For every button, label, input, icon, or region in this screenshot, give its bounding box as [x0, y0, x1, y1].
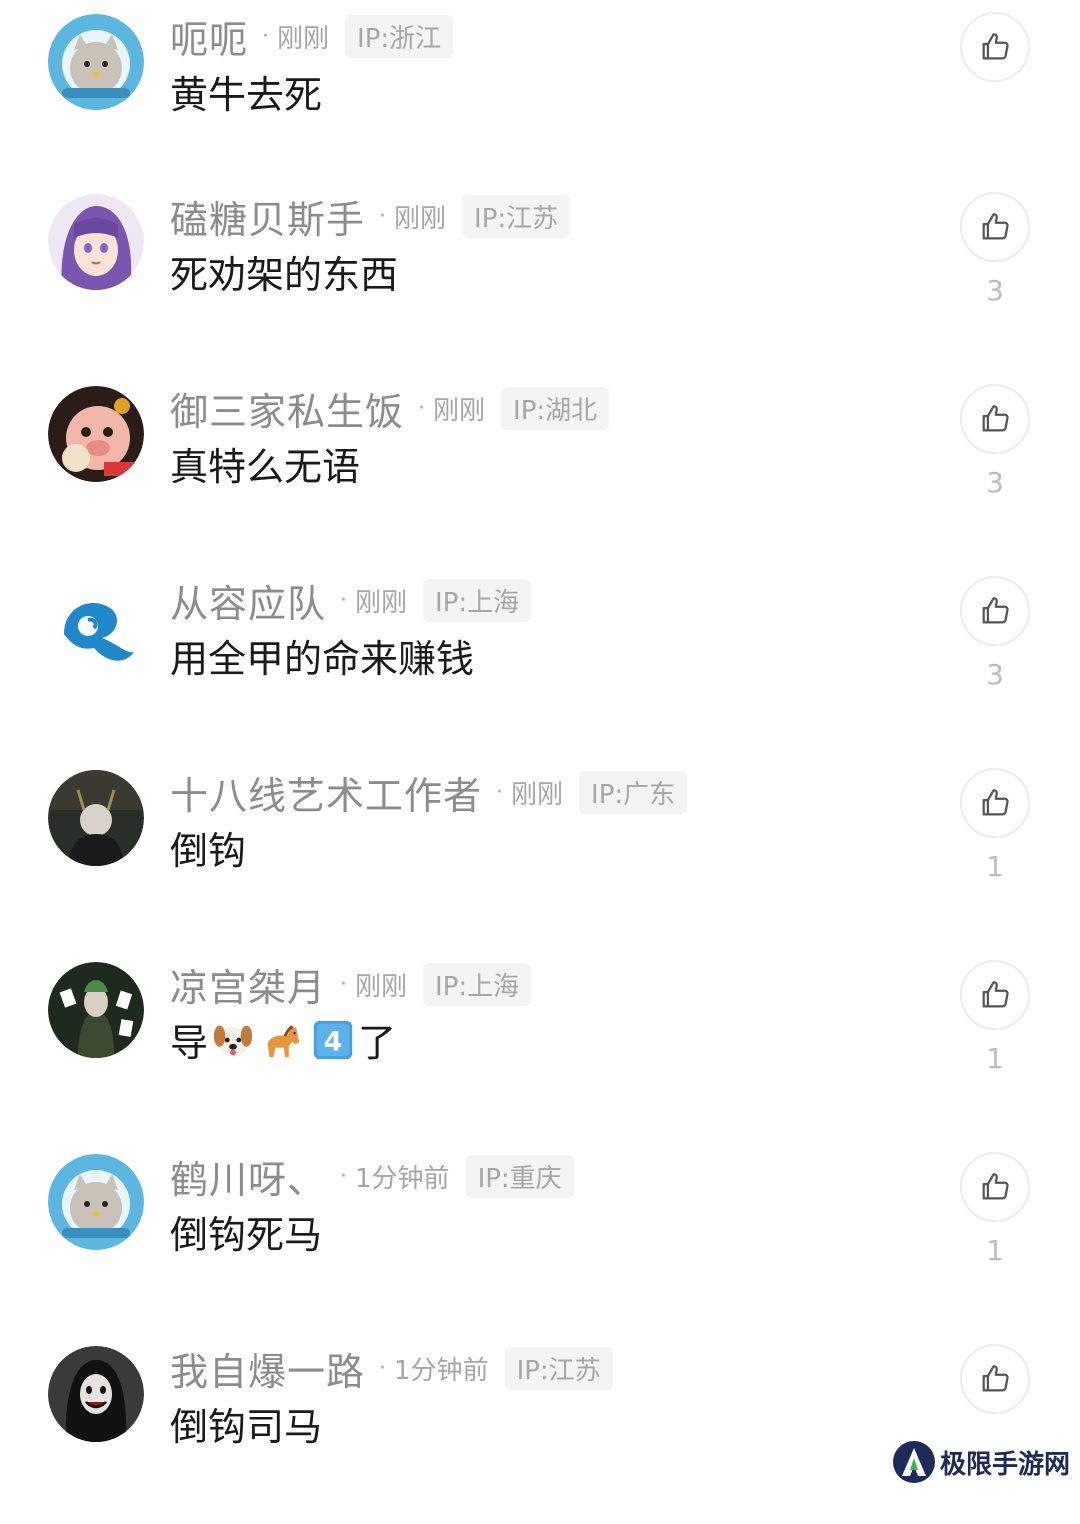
avatar[interactable]: [48, 962, 144, 1058]
comment-text: 用全甲的命来赚钱: [170, 637, 475, 681]
timestamp: 1分钟前: [355, 1163, 450, 1194]
timestamp: 刚刚: [355, 971, 408, 1002]
avatar[interactable]: [48, 770, 144, 866]
comment-item: 我自爆一路 · 1分钟前 IP:江苏 倒钩司马: [0, 1332, 1080, 1524]
like-button[interactable]: [960, 192, 1030, 262]
svg-text:4: 4: [324, 1026, 343, 1057]
ip-badge: IP:上海: [423, 962, 532, 1006]
like-count: 3: [986, 466, 1004, 499]
like-button[interactable]: [960, 960, 1030, 1030]
comment-text: 死劝架的东西: [170, 253, 399, 297]
username[interactable]: 我自爆一路: [170, 1341, 365, 1396]
timestamp: 刚刚: [277, 23, 330, 54]
separator-dot: ·: [340, 587, 348, 613]
like-button[interactable]: [960, 768, 1030, 838]
comment-meta: 十八线艺术工作者 · 刚刚 IP:广东: [170, 768, 688, 818]
comment-text: 倒钩死马: [170, 1213, 323, 1257]
comment-meta: 我自爆一路 · 1分钟前 IP:江苏: [170, 1344, 613, 1394]
thumbs-up-icon: [982, 597, 1009, 624]
avatar[interactable]: [48, 1346, 144, 1442]
comment-meta: 磕糖贝斯手 · 刚刚 IP:江苏: [170, 192, 571, 242]
like-button[interactable]: [960, 576, 1030, 646]
site-watermark: 极限手游网: [892, 1440, 1070, 1484]
ip-badge: IP:广东: [579, 770, 688, 814]
thumbs-up-icon: [982, 33, 1009, 60]
like-button[interactable]: [960, 12, 1030, 82]
comment-item: 磕糖贝斯手 · 刚刚 IP:江苏 死劝架的东西 3: [0, 180, 1080, 372]
comment-text-prefix: 导: [170, 1021, 209, 1065]
thumbs-up-icon: [982, 981, 1009, 1008]
like-count: 3: [986, 658, 1004, 691]
separator-dot: ·: [379, 1355, 387, 1381]
separator-dot: ·: [340, 1163, 348, 1189]
comment-item: 御三家私生饭 · 刚刚 IP:湖北 真特么无语 3: [0, 372, 1080, 564]
comment-text-suffix: 了: [358, 1021, 397, 1065]
thumbs-up-icon: [982, 1365, 1009, 1392]
keycap-4-emoji: 4: [313, 1020, 353, 1059]
username[interactable]: 从容应队: [170, 573, 326, 628]
username[interactable]: 呃呃: [170, 9, 248, 64]
comment-item: 从容应队 · 刚刚 IP:上海 用全甲的命来赚钱 3: [0, 564, 1080, 756]
thumbs-up-icon: [982, 213, 1009, 240]
like-count: 1: [986, 1042, 1004, 1075]
dog-face-emoji: [213, 1025, 253, 1056]
separator-dot: ·: [379, 203, 387, 229]
comment-meta: 呃呃 · 刚刚 IP:浙江: [170, 12, 454, 62]
avatar[interactable]: [48, 14, 144, 110]
timestamp: 刚刚: [394, 203, 447, 234]
ip-badge: IP:江苏: [462, 194, 571, 238]
timestamp: 刚刚: [511, 779, 564, 810]
timestamp: 1分钟前: [394, 1355, 489, 1386]
comment-text: 导 4 了: [170, 1012, 396, 1067]
ip-badge: IP:湖北: [501, 386, 610, 430]
ip-badge: IP:浙江: [345, 14, 454, 58]
avatar[interactable]: [48, 1154, 144, 1250]
like-count: 3: [986, 274, 1004, 307]
comment-item: 鹤川呀、 · 1分钟前 IP:重庆 倒钩死马 1: [0, 1140, 1080, 1332]
ip-badge: IP:上海: [423, 578, 532, 622]
thumbs-up-icon: [982, 405, 1009, 432]
comment-item: 凉宫桀月 · 刚刚 IP:上海 导 4 了 1: [0, 948, 1080, 1140]
thumbs-up-icon: [982, 789, 1009, 816]
timestamp: 刚刚: [433, 395, 486, 426]
username[interactable]: 鹤川呀、: [170, 1149, 326, 1204]
separator-dot: ·: [418, 395, 426, 421]
username[interactable]: 凉宫桀月: [170, 957, 326, 1012]
username[interactable]: 磕糖贝斯手: [170, 189, 365, 244]
like-button[interactable]: [960, 384, 1030, 454]
like-button[interactable]: [960, 1152, 1030, 1222]
comment-meta: 凉宫桀月 · 刚刚 IP:上海: [170, 960, 532, 1010]
like-count: 1: [986, 850, 1004, 883]
comment-meta: 从容应队 · 刚刚 IP:上海: [170, 576, 532, 626]
username[interactable]: 十八线艺术工作者: [170, 765, 482, 820]
username[interactable]: 御三家私生饭: [170, 381, 404, 436]
avatar[interactable]: [48, 578, 144, 674]
comment-item: 十八线艺术工作者 · 刚刚 IP:广东 倒钩 1: [0, 756, 1080, 948]
comment-text: 真特么无语: [170, 445, 361, 489]
ip-badge: IP:重庆: [465, 1154, 574, 1198]
comment-text: 黄牛去死: [170, 73, 323, 117]
avatar[interactable]: [48, 386, 144, 482]
separator-dot: ·: [496, 779, 504, 805]
comment-meta: 鹤川呀、 · 1分钟前 IP:重庆: [170, 1152, 574, 1202]
separator-dot: ·: [262, 23, 270, 49]
watermark-text: 极限手游网: [939, 1449, 1070, 1480]
separator-dot: ·: [340, 971, 348, 997]
thumbs-up-icon: [982, 1173, 1009, 1200]
like-button[interactable]: [960, 1344, 1030, 1414]
comment-item: 呃呃 · 刚刚 IP:浙江 黄牛去死: [0, 0, 1080, 192]
timestamp: 刚刚: [355, 587, 408, 618]
avatar[interactable]: [48, 194, 144, 290]
ip-badge: IP:江苏: [504, 1346, 613, 1390]
horse-emoji: [267, 1024, 300, 1057]
comment-text: 倒钩司马: [170, 1405, 323, 1449]
comment-text: 倒钩: [170, 829, 247, 873]
comment-meta: 御三家私生饭 · 刚刚 IP:湖北: [170, 384, 610, 434]
site-logo-icon: [892, 1441, 935, 1483]
like-count: 1: [986, 1234, 1004, 1267]
